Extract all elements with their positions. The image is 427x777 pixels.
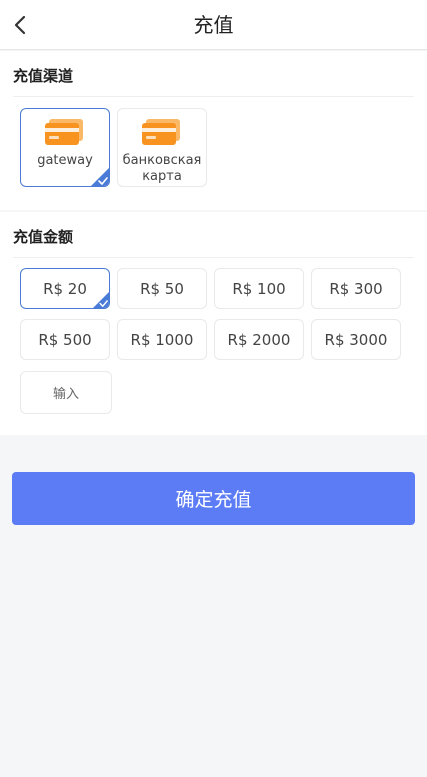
page-title: 充值 [193,13,234,37]
card-icon [142,119,180,145]
amount-option[interactable]: R$ 300 [311,268,401,309]
amount-label: R$ 2000 [227,330,291,349]
channel-section-title: 充值渠道 [13,67,74,85]
amount-option[interactable]: R$ 3000 [311,319,401,360]
amount-label: R$ 300 [329,279,383,298]
custom-amount-placeholder: 输入 [52,387,79,402]
amount-section: 充值金额 R$ 20 R$ 50 R$ 100 R$ 300 R$ 500 R$… [0,212,427,435]
top-bar: 充值 [0,0,427,50]
channel-label: банковская карта [122,153,202,184]
amount-section-title: 充值金额 [13,228,74,246]
check-corner-icon [93,292,109,308]
amount-option[interactable]: R$ 1000 [117,319,207,360]
amount-label: R$ 50 [140,279,184,298]
channel-card-bank-card[interactable]: банковская карта [117,108,207,187]
amount-option[interactable]: R$ 50 [117,268,207,309]
divider [13,257,414,258]
divider [13,96,414,97]
confirm-recharge-button[interactable]: 确定充值 [12,472,415,525]
check-corner-icon [91,168,109,186]
channel-section: 充值渠道 gateway банковская карта [0,51,427,210]
custom-amount-input[interactable]: 输入 [20,371,112,414]
amount-label: R$ 1000 [130,330,194,349]
amount-label: R$ 20 [43,279,87,298]
amount-option[interactable]: R$ 500 [20,319,110,360]
card-icon [45,119,83,145]
amount-label: R$ 3000 [324,330,388,349]
channel-card-gateway[interactable]: gateway [20,108,110,187]
amount-label: R$ 500 [38,330,92,349]
amount-option[interactable]: R$ 2000 [214,319,304,360]
amount-option[interactable]: R$ 100 [214,268,304,309]
channel-label: gateway [37,153,93,168]
amount-label: R$ 100 [232,279,286,298]
recharge-screen: 充值 充值渠道 gateway банковская карта 充值金额 R$… [0,0,427,777]
amount-option[interactable]: R$ 20 [20,268,110,309]
